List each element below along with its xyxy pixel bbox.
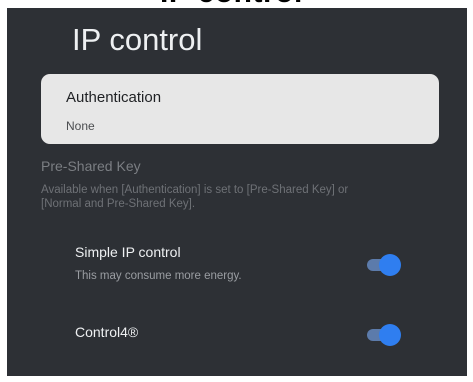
page-title: IP control [72, 22, 203, 57]
authentication-label: Authentication [66, 89, 162, 106]
authentication-item[interactable]: Authentication None [41, 74, 439, 144]
screen: IP control IP control Authentication Non… [0, 0, 473, 382]
pre-shared-key-label: Pre-Shared Key [41, 158, 141, 174]
settings-panel: IP control Authentication None Pre-Share… [7, 8, 467, 376]
authentication-value: None [66, 119, 95, 133]
pre-shared-key-description: Available when [Authentication] is set t… [41, 184, 349, 210]
toggle-knob [379, 324, 401, 346]
toggle-knob [379, 254, 401, 276]
simple-ip-control-description: This may consume more energy. [75, 270, 242, 282]
simple-ip-control-item[interactable]: Simple IP control This may consume more … [41, 234, 439, 294]
simple-ip-control-toggle[interactable] [367, 254, 401, 276]
control4-toggle[interactable] [367, 324, 401, 346]
control4-item[interactable]: Control4® [41, 314, 439, 354]
partial-heading: IP control [160, 0, 303, 8]
control4-label: Control4® [75, 324, 139, 340]
simple-ip-control-label: Simple IP control [75, 244, 181, 260]
pre-shared-key-item: Pre-Shared Key Available when [Authentic… [41, 154, 439, 216]
header-strip: IP control [0, 0, 473, 8]
